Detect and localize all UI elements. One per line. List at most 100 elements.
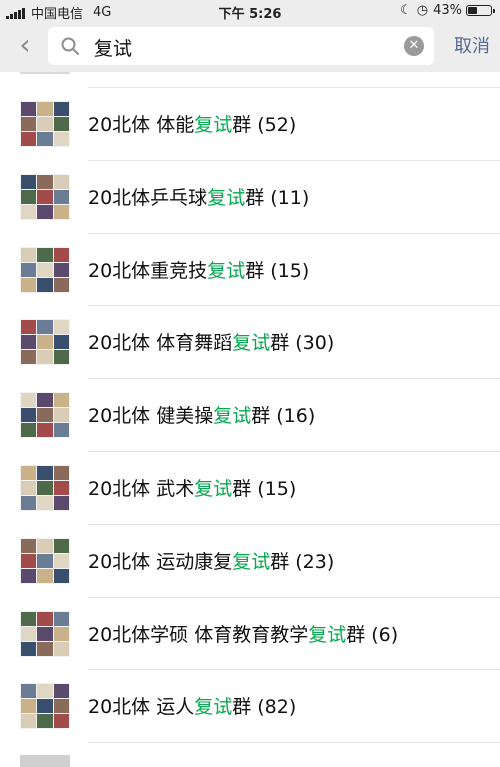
group-name-prefix: 20北体 运人 <box>88 696 195 719</box>
search-header: ‹ ✕ 取消 <box>0 22 500 72</box>
avatar-tile <box>37 132 53 146</box>
search-box[interactable]: ✕ <box>48 27 434 65</box>
avatar-tile <box>37 480 53 495</box>
avatar-tile <box>53 262 69 277</box>
avatar-tile <box>21 102 37 116</box>
avatar-tile <box>53 714 69 729</box>
clear-search-button[interactable]: ✕ <box>404 36 424 56</box>
avatar-tile <box>53 495 69 510</box>
avatar-tile <box>37 247 53 262</box>
list-item[interactable]: 20北体 运动康复复试群 (23) <box>0 525 500 598</box>
avatar-tile <box>37 189 53 204</box>
avatar-tile <box>21 408 37 423</box>
avatar-tile <box>37 277 53 292</box>
avatar-tile <box>21 699 37 714</box>
avatar-tile <box>37 611 53 626</box>
avatar-tile <box>53 408 69 423</box>
group-name-prefix: 20北体 健美操 <box>88 405 214 428</box>
cancel-button[interactable]: 取消 <box>454 32 490 58</box>
list-item[interactable]: 20北体 武术复试群 (15) <box>0 452 500 525</box>
avatar <box>20 755 70 767</box>
group-name-suffix: 群 (16) <box>251 405 316 428</box>
avatar-tile <box>37 262 53 277</box>
avatar-tile <box>21 262 37 277</box>
list-item[interactable]: 20北体重竞技复试群 (15) <box>0 234 500 307</box>
group-name-prefix: 20北体 运动康复 <box>88 550 233 573</box>
keyword-highlight: 复试 <box>308 623 347 646</box>
avatar-tile <box>37 393 53 408</box>
avatar-tile <box>37 626 53 641</box>
avatar-tile <box>21 117 37 131</box>
group-name: 20北体 体能复试群 (52) <box>88 110 296 137</box>
avatar-tile <box>21 538 37 553</box>
avatar-tile <box>53 611 69 626</box>
group-name-suffix: 群 (15) <box>245 259 310 282</box>
group-name-suffix: 群 (52) <box>232 114 297 136</box>
list-item[interactable]: 20北体 体能复试群 (52) <box>0 88 500 161</box>
group-avatar <box>20 683 70 730</box>
avatar-tile <box>37 408 53 423</box>
avatar-tile <box>53 465 69 480</box>
status-right: ☾ ◷ 43% <box>400 3 495 18</box>
keyword-highlight: 复试 <box>213 405 252 428</box>
avatar-tile <box>53 480 69 495</box>
avatar-tile <box>37 204 53 219</box>
avatar-tile <box>21 568 37 583</box>
avatar-tile <box>53 553 69 568</box>
avatar-tile <box>53 699 69 714</box>
back-button[interactable]: ‹ <box>10 28 40 62</box>
search-input[interactable] <box>92 31 396 63</box>
avatar-tile <box>21 247 37 262</box>
list-item[interactable]: 20北体乒乓球复试群 (11) <box>0 161 500 234</box>
group-name-suffix: 群 (15) <box>232 477 297 500</box>
avatar-tile <box>37 335 53 350</box>
group-avatar <box>20 537 70 584</box>
alarm-icon: ◷ <box>416 3 429 18</box>
group-avatar <box>20 464 70 511</box>
keyword-highlight: 复试 <box>194 114 233 136</box>
close-icon: ✕ <box>408 38 420 53</box>
avatar-tile <box>21 611 37 626</box>
avatar-tile <box>53 350 69 365</box>
wechat-search-screen: 中国电信 4G 下午 5:26 ☾ ◷ 43% ‹ ✕ 取消 <box>0 0 500 767</box>
avatar-tile <box>21 684 37 699</box>
group-name: 20北体乒乓球复试群 (11) <box>88 183 309 210</box>
avatar-tile <box>53 423 69 438</box>
avatar-tile <box>53 393 69 408</box>
chevron-left-icon: ‹ <box>19 28 31 61</box>
avatar-tile <box>53 102 69 116</box>
avatar-tile <box>21 204 37 219</box>
avatar-tile <box>21 641 37 656</box>
status-bar: 中国电信 4G 下午 5:26 ☾ ◷ 43% <box>0 0 500 22</box>
group-name-suffix: 群 (23) <box>270 550 335 573</box>
avatar-tile <box>21 132 37 146</box>
avatar-tile <box>21 277 37 292</box>
group-name-prefix: 20北体重竞技 <box>88 259 208 282</box>
avatar <box>20 72 70 74</box>
search-results-list[interactable]: 20北体 体能复试群 (52) 20北体乒乓球复试群 (11) 20北体重竞技复试群… <box>0 72 500 767</box>
avatar-tile <box>37 684 53 699</box>
list-item[interactable]: 20北体学硕 体育教育教学复试群 (6) <box>0 598 500 671</box>
avatar-tile <box>53 641 69 656</box>
list-item[interactable]: 20北体 健美操复试群 (16) <box>0 379 500 452</box>
list-item[interactable]: 20北体 体育舞蹈复试群 (30) <box>0 306 500 379</box>
avatar-tile <box>37 174 53 189</box>
avatar-tile <box>37 350 53 365</box>
list-item[interactable]: 20北体 运人复试群 (82) <box>0 670 500 743</box>
avatar-tile <box>21 626 37 641</box>
avatar-tile <box>37 641 53 656</box>
avatar-tile <box>37 102 53 116</box>
keyword-highlight: 复试 <box>194 477 233 500</box>
avatar-tile <box>53 132 69 146</box>
avatar-tile <box>21 350 37 365</box>
avatar-tile <box>21 553 37 568</box>
battery-fill <box>468 7 477 14</box>
avatar-tile <box>37 699 53 714</box>
avatar-tile <box>21 174 37 189</box>
avatar-tile <box>53 189 69 204</box>
avatar-tile <box>53 335 69 350</box>
avatar-tile <box>37 465 53 480</box>
group-name: 20北体学硕 体育教育教学复试群 (6) <box>88 620 398 647</box>
keyword-highlight: 复试 <box>232 550 271 573</box>
search-icon <box>61 37 79 55</box>
